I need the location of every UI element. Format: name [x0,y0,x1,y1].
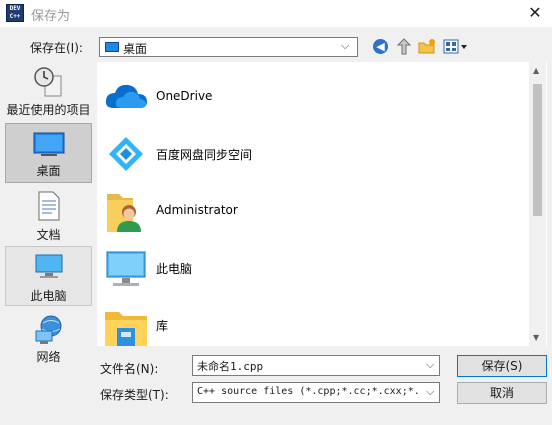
save-button[interactable]: 保存(S) [457,355,547,377]
place-label: 最近使用的项目 [6,103,91,117]
this-pc-icon [35,254,63,278]
file-name-label: 文件名(N): [100,362,159,376]
cancel-button[interactable]: 取消 [457,382,547,404]
look-in-dropdown[interactable]: 桌面 ⌵ [99,37,358,57]
title-bar: DEV C++ 保存为 ✕ [0,0,552,27]
recent-places-icon [34,67,62,97]
chevron-down-icon[interactable]: ⌵ [426,385,434,399]
file-name-value[interactable]: 未命名1.cpp [197,358,263,374]
documents-icon [38,191,60,221]
computer-icon [106,251,146,286]
item-name: 此电脑 [156,262,193,276]
file-list[interactable]: OneDrive 百度网盘同步空间 Administrator 此电脑 库 [97,62,547,346]
chevron-down-icon[interactable]: ⌵ [426,358,434,372]
list-item[interactable]: 此电脑 [97,239,527,296]
places-bar: 最近使用的项目 桌面 文档 此电脑 网络 [4,62,93,372]
place-recent[interactable]: 最近使用的项目 [5,64,92,120]
app-icon-text-1: DEV [9,5,21,12]
user-folder-icon [107,194,141,232]
place-this-pc[interactable]: 此电脑 [5,246,92,306]
list-item[interactable]: Administrator [97,182,527,239]
file-type-label: 保存类型(T): [100,388,169,402]
desktop-small-icon [105,42,119,52]
scroll-up-icon[interactable]: ▲ [533,66,539,75]
place-documents[interactable]: 文档 [5,188,92,244]
list-item[interactable]: 库 [97,296,527,346]
scroll-down-icon[interactable]: ▼ [533,333,539,342]
library-folder-icon [105,312,147,346]
file-name-field[interactable]: 未命名1.cpp ⌵ [192,355,440,376]
file-type-select[interactable]: C++ source files (*.cpp;*.cc;*.cxx;*.c++… [192,382,440,403]
app-icon-text-2: C++ [9,13,21,20]
list-item[interactable]: 百度网盘同步空间 [97,125,527,182]
look-in-label: 保存在(I): [30,41,83,55]
look-in-value: 桌面 [123,42,148,56]
scroll-thumb[interactable] [533,84,542,216]
item-name: Administrator [156,203,238,217]
close-button[interactable]: ✕ [522,1,548,25]
chevron-down-icon[interactable]: ⌵ [341,39,349,53]
place-label: 此电脑 [30,289,67,303]
list-item[interactable]: OneDrive [97,68,527,125]
file-type-value: C++ source files (*.cpp;*.cc;*.cxx;*.c++… [197,386,419,397]
item-name: 百度网盘同步空间 [156,148,253,162]
item-name: OneDrive [156,89,213,103]
new-folder-icon [418,39,435,54]
up-folder-icon [396,38,412,55]
desktop-icon [33,132,65,156]
network-icon [35,315,62,344]
place-label: 文档 [36,228,61,242]
place-network[interactable]: 网络 [5,312,92,368]
dialog-title: 保存为 [31,9,71,24]
onedrive-icon [105,84,147,108]
vertical-scrollbar[interactable]: ▲ ▼ [529,62,546,346]
baidu-netdisk-icon [109,137,143,171]
view-menu-icon [443,39,467,54]
place-desktop[interactable]: 桌面 [5,123,92,183]
place-label: 桌面 [36,164,61,178]
new-folder-button[interactable] [417,37,437,57]
view-menu-button[interactable] [442,37,470,57]
place-label: 网络 [36,350,61,364]
up-folder-button[interactable] [394,37,414,57]
item-name: 库 [156,319,169,333]
app-icon: DEV C++ [6,4,24,22]
back-button[interactable]: ◀ [373,39,388,54]
